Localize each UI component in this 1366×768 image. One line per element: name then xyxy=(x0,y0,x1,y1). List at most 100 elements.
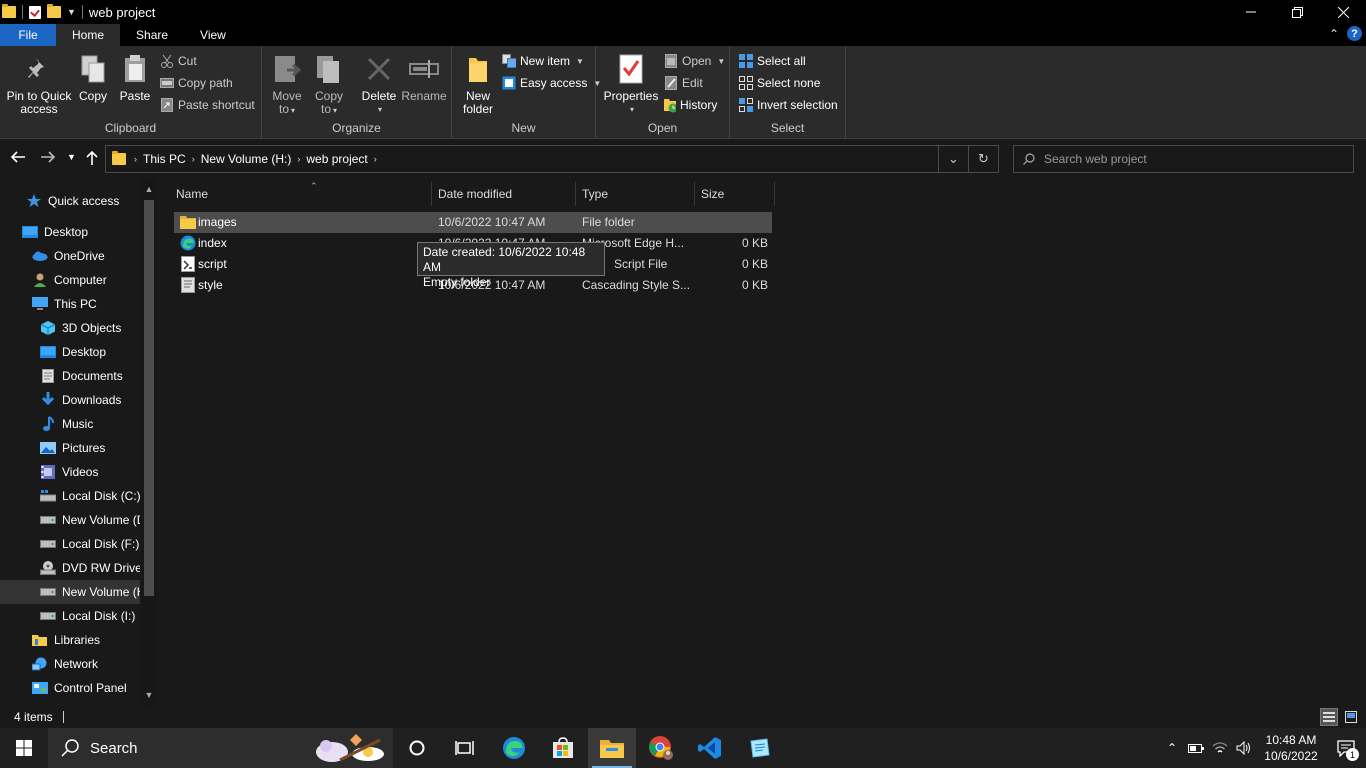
open-button[interactable]: Open ▼ xyxy=(664,52,725,70)
chevron-right-icon[interactable]: › xyxy=(297,154,300,164)
task-view-button[interactable] xyxy=(441,728,489,768)
move-to-button[interactable]: Move to ▾ xyxy=(270,52,304,117)
select-all-button[interactable]: Select all xyxy=(739,52,806,70)
open-group: Properties ▾ Open ▼ Edit History Open xyxy=(596,46,730,139)
chevron-right-icon[interactable]: › xyxy=(374,154,377,164)
close-button[interactable] xyxy=(1320,0,1366,24)
search-input[interactable] xyxy=(1044,152,1344,166)
chevron-right-icon[interactable]: › xyxy=(134,154,137,164)
nav-scrollbar[interactable]: ▲ ▼ xyxy=(141,178,157,706)
battery-button[interactable] xyxy=(1184,728,1208,768)
tab-share[interactable]: Share xyxy=(120,24,184,46)
scroll-thumb[interactable] xyxy=(144,200,154,596)
large-icons-view-button[interactable] xyxy=(1342,708,1360,726)
chevron-right-icon[interactable]: › xyxy=(192,154,195,164)
cortana-button[interactable] xyxy=(393,728,441,768)
nav-item-documents[interactable]: Documents xyxy=(0,364,140,388)
nav-item-pictures[interactable]: Pictures xyxy=(0,436,140,460)
rename-button[interactable]: Rename xyxy=(401,52,447,103)
taskbar-vscode[interactable] xyxy=(686,728,734,768)
recent-locations-button[interactable]: ▼ xyxy=(67,152,76,162)
copy-button[interactable]: Copy xyxy=(76,52,110,103)
taskbar-store[interactable] xyxy=(539,728,587,768)
nav-item-music[interactable]: Music xyxy=(0,412,140,436)
nav-item-desktop[interactable]: Desktop xyxy=(0,340,140,364)
nav-item-3d-objects[interactable]: 3D Objects xyxy=(0,316,140,340)
taskbar-chrome[interactable] xyxy=(637,728,685,768)
pin-to-quick-access-button[interactable]: Pin to Quick access xyxy=(6,52,72,116)
tab-home[interactable]: Home xyxy=(56,24,121,46)
tab-file[interactable]: File xyxy=(0,24,56,46)
minimize-button[interactable] xyxy=(1228,0,1274,24)
new-item-button[interactable]: New item ▼ xyxy=(502,52,584,70)
search-box[interactable] xyxy=(1013,145,1354,173)
breadcrumb-web-project[interactable]: web project xyxy=(306,152,367,166)
nav-item-local-disk-i[interactable]: Local Disk (I:) xyxy=(0,604,140,628)
delete-button[interactable]: Delete ▾ xyxy=(360,52,398,116)
properties-button[interactable]: Properties ▾ xyxy=(604,52,658,116)
taskbar-file-explorer[interactable] xyxy=(588,728,636,768)
window-title: web project xyxy=(88,4,156,20)
collapse-ribbon-icon[interactable]: ⌃ xyxy=(1329,27,1339,41)
nav-item-computer[interactable]: Computer xyxy=(0,268,140,292)
nav-item-new-volume-h[interactable]: New Volume (H xyxy=(0,580,140,604)
address-dropdown-button[interactable]: ⌄ xyxy=(938,146,968,172)
forward-button[interactable] xyxy=(40,150,56,169)
nav-item-libraries[interactable]: Libraries xyxy=(0,628,140,652)
easy-access-button[interactable]: Easy access ▼ xyxy=(502,74,601,92)
start-button[interactable] xyxy=(0,728,48,768)
network-button[interactable] xyxy=(1208,728,1232,768)
column-header-type[interactable]: Type xyxy=(576,182,695,206)
nav-item-new-volume-d[interactable]: New Volume (D xyxy=(0,508,140,532)
column-header-name[interactable]: ⌃ Name xyxy=(170,181,432,206)
properties-icon[interactable] xyxy=(29,5,41,19)
breadcrumb-new-volume[interactable]: New Volume (H:) xyxy=(201,152,292,166)
nav-item-dvd-rw-drive[interactable]: DVD RW Drive xyxy=(0,556,140,580)
new-folder-icon[interactable] xyxy=(47,4,61,18)
nav-item-downloads[interactable]: Downloads xyxy=(0,388,140,412)
taskbar-search[interactable]: Search xyxy=(48,728,393,768)
back-button[interactable] xyxy=(10,150,26,169)
details-view-button[interactable] xyxy=(1320,708,1338,726)
nav-item-videos[interactable]: Videos xyxy=(0,460,140,484)
address-bar[interactable]: › This PC › New Volume (H:) › web projec… xyxy=(105,145,999,173)
nav-item-local-disk-f[interactable]: Local Disk (F:) xyxy=(0,532,140,556)
clock[interactable]: 10:48 AM 10/6/2022 xyxy=(1256,732,1326,764)
customize-qat-icon[interactable]: ▼ xyxy=(67,7,76,17)
invert-selection-button[interactable]: Invert selection xyxy=(739,96,838,114)
nav-item-onedrive[interactable]: OneDrive xyxy=(0,244,140,268)
history-button[interactable]: History xyxy=(662,96,717,114)
paste-shortcut-button[interactable]: Paste shortcut xyxy=(160,96,255,114)
scroll-up-icon[interactable]: ▲ xyxy=(141,184,157,194)
show-hidden-icons-button[interactable]: ⌃ xyxy=(1160,728,1184,768)
paste-button[interactable]: Paste xyxy=(118,52,152,103)
select-none-button[interactable]: Select none xyxy=(739,74,820,92)
column-header-size[interactable]: Size xyxy=(695,182,775,206)
scroll-down-icon[interactable]: ▼ xyxy=(141,690,157,700)
nav-item-desktop-root[interactable]: Desktop xyxy=(0,220,140,244)
refresh-button[interactable]: ↻ xyxy=(968,146,998,172)
paste-shortcut-icon xyxy=(160,98,174,112)
breadcrumb-this-pc[interactable]: This PC xyxy=(143,152,186,166)
tab-view[interactable]: View xyxy=(184,24,242,46)
nav-item-this-pc[interactable]: This PC xyxy=(0,292,140,316)
nav-item-network[interactable]: Network xyxy=(0,652,140,676)
restore-button[interactable] xyxy=(1274,0,1320,24)
copy-path-button[interactable]: Copy path xyxy=(160,74,233,92)
table-row[interactable]: images 10/6/2022 10:47 AM File folder xyxy=(174,212,772,233)
nav-item-label: OneDrive xyxy=(54,249,105,263)
cut-button[interactable]: Cut xyxy=(160,52,197,70)
volume-button[interactable] xyxy=(1232,728,1256,768)
copy-to-button[interactable]: Copy to ▾ xyxy=(312,52,346,117)
new-folder-button[interactable]: New folder xyxy=(460,52,496,116)
notifications-button[interactable]: 1 xyxy=(1326,728,1366,768)
nav-item-local-disk-c[interactable]: Local Disk (C:) xyxy=(0,484,140,508)
nav-item-control-panel[interactable]: Control Panel xyxy=(0,676,140,700)
column-header-date[interactable]: Date modified xyxy=(432,182,576,206)
edit-button[interactable]: Edit xyxy=(664,74,703,92)
help-icon[interactable]: ? xyxy=(1347,26,1362,41)
up-button[interactable] xyxy=(85,150,99,171)
taskbar-edge[interactable] xyxy=(490,728,538,768)
nav-item-quick-access[interactable]: Quick access xyxy=(0,189,140,213)
taskbar-notepad[interactable] xyxy=(735,728,783,768)
